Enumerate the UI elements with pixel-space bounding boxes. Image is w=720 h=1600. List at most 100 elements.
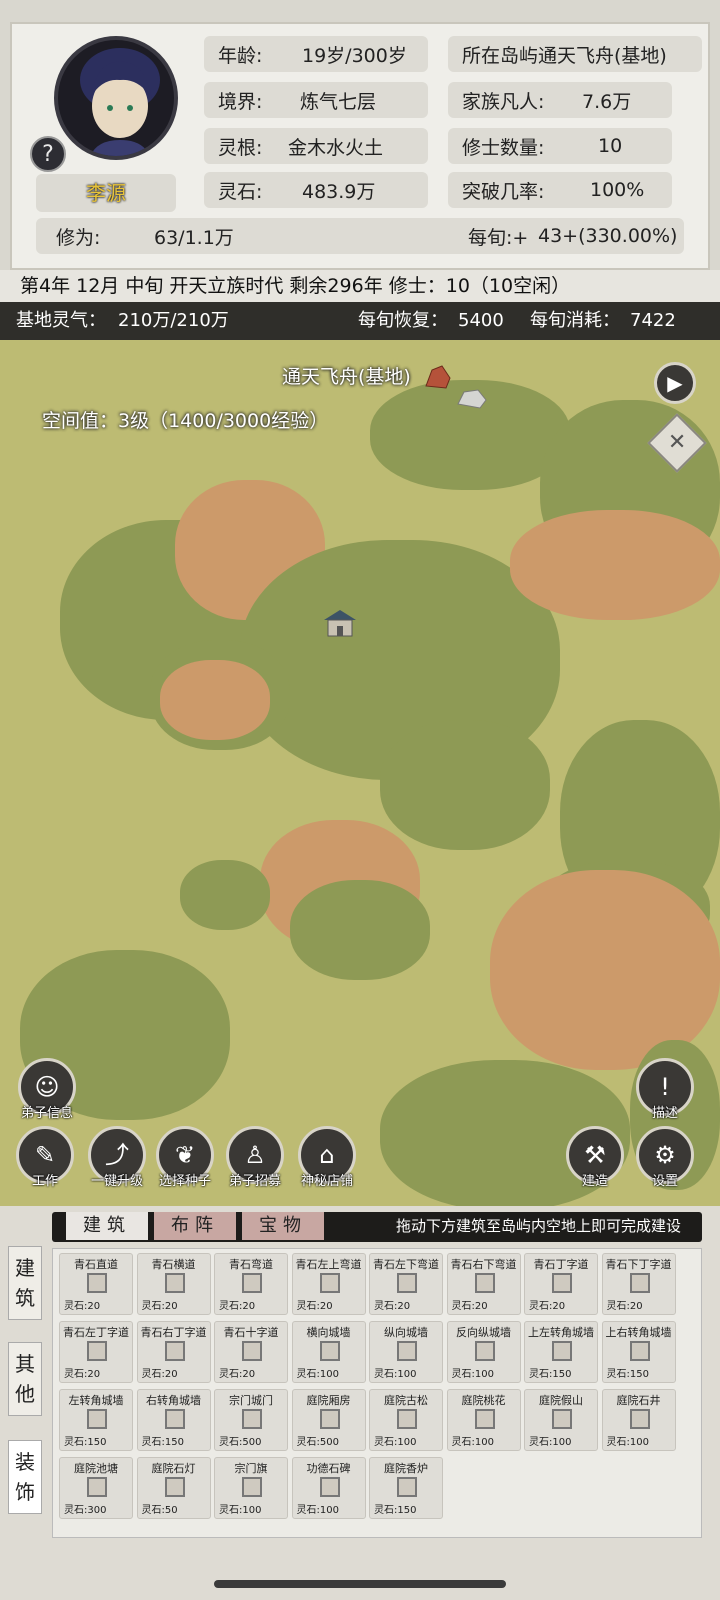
building-item[interactable]: 上左转角城墙 灵石:150 — [524, 1321, 598, 1383]
building-item-price: 灵石:150 — [64, 1437, 107, 1448]
building-item[interactable]: 上右转角城墙 灵石:150 — [601, 1321, 676, 1383]
play-button[interactable]: ▶ — [654, 362, 696, 404]
building-item-name: 庭院假山 — [539, 1394, 583, 1407]
building-item-name: 横向城墙 — [306, 1326, 351, 1339]
ore-rock-icon[interactable] — [424, 364, 452, 390]
building-item-name: 青石左下弯道 — [373, 1258, 439, 1271]
building-item[interactable]: 右转角城墙 灵石:150 — [136, 1389, 211, 1451]
building-item[interactable]: 反向纵城墙 灵石:100 — [446, 1321, 521, 1383]
building-item[interactable]: 庭院厢房 灵石:500 — [291, 1389, 366, 1451]
building-item[interactable]: 青石十字道 灵石:20 — [214, 1321, 288, 1383]
base-name-label: 通天飞舟(基地) — [282, 366, 411, 388]
building-thumbnail-icon — [242, 1409, 262, 1429]
building-item[interactable]: 青石丁字道 灵石:20 — [524, 1253, 598, 1315]
describe-label: 描述 — [651, 1106, 678, 1121]
tab-formation[interactable]: 布阵 — [154, 1212, 236, 1240]
building-item-name: 青石弯道 — [229, 1258, 273, 1271]
building-thumbnail-icon — [552, 1341, 572, 1361]
building-grid: 青石直道 灵石:20 青石横道 灵石:20 青石弯道 灵石:20 青石左上弯道 灵石:20 青石… — [52, 1248, 702, 1538]
building-thumbnail-icon — [164, 1409, 185, 1429]
building-item-name: 庭院石井 — [616, 1394, 661, 1407]
building-item-price: 灵石:500 — [296, 1437, 339, 1448]
status-panel: ? 李源 年龄: 19岁/300岁 境界: 炼气七层 灵根: 金木水火土 灵石:… — [0, 0, 720, 272]
building-item-price: 灵石:20 — [451, 1301, 488, 1312]
building-item-price: 灵石:20 — [219, 1301, 256, 1312]
side-tab-other[interactable]: 其他 — [8, 1342, 42, 1416]
building-item-price: 灵石:20 — [64, 1301, 101, 1312]
side-tab-decor[interactable]: 装饰 — [8, 1440, 42, 1514]
building-item[interactable]: 青石直道灵石:20 — [59, 1253, 133, 1315]
building-item[interactable]: 青石右丁字道 灵石:20 — [136, 1321, 211, 1383]
cultivation-stat: 修为: 63/1.1万 每旬:+ 43+(330.00%) — [36, 218, 684, 254]
player-avatar[interactable] — [54, 36, 178, 160]
root-stat: 灵根: 金木水火土 — [204, 128, 428, 164]
building-item-name: 青石直道 — [74, 1258, 118, 1271]
island-map[interactable]: 通天飞舟(基地) 空间值：3级（1400/3000经验） ▶ ✕ ☺ 弟子信息 … — [0, 340, 720, 1206]
breakthrough-label: 突破几率: — [462, 180, 545, 203]
building-item[interactable]: 庭院石灯 灵石:50 — [136, 1457, 211, 1519]
home-indicator[interactable] — [214, 1580, 506, 1588]
building-item[interactable]: 庭院池塘 灵石:300 — [59, 1457, 133, 1519]
island-stat: 所在岛屿 通天飞舟(基地) — [448, 36, 702, 72]
realm-label: 境界: — [218, 90, 263, 113]
building-thumbnail-icon — [629, 1273, 650, 1293]
family-label: 家族凡人: — [462, 90, 545, 113]
breakthrough-value: 100% — [590, 179, 645, 201]
disciple-info-label: 弟子信息 — [20, 1106, 73, 1121]
building-item-name: 上左转角城墙 — [528, 1326, 594, 1339]
building-item-name: 右转角城墙 — [146, 1394, 201, 1407]
building-thumbnail-icon — [242, 1341, 262, 1361]
cultivator-label: 修士数量: — [462, 136, 545, 159]
building-item[interactable]: 青石弯道灵石:20 — [214, 1253, 288, 1315]
help-icon[interactable]: ? — [30, 136, 66, 172]
building-thumbnail-icon — [474, 1273, 495, 1293]
building-item[interactable]: 庭院假山 灵石:100 — [524, 1389, 598, 1451]
building-item-name: 青石十字道 — [223, 1326, 279, 1339]
building-item-price: 灵石:100 — [451, 1369, 494, 1380]
building-item[interactable]: 左转角城墙 灵石:150 — [59, 1389, 133, 1451]
building-thumbnail-icon — [87, 1341, 107, 1361]
building-item-price: 灵石:20 — [141, 1369, 178, 1380]
stone-rock-icon[interactable] — [456, 386, 488, 410]
building-item-price: 灵石:100 — [219, 1505, 262, 1516]
perturn-value: 43+(330.00%) — [538, 225, 678, 247]
building-thumbnail-icon — [397, 1341, 417, 1361]
base-building-icon[interactable] — [322, 608, 358, 640]
shop-label: 神秘店铺 — [300, 1174, 353, 1189]
building-item-price: 灵石:150 — [529, 1369, 572, 1380]
building-item[interactable]: 青石横道 灵石:20 — [136, 1253, 211, 1315]
building-item[interactable]: 横向城墙 灵石:100 — [291, 1321, 366, 1383]
building-item[interactable]: 青石左下弯道 灵石:20 — [369, 1253, 443, 1315]
age-label: 年龄: — [218, 44, 263, 67]
building-item[interactable]: 青石左上弯道 灵石:20 — [291, 1253, 366, 1315]
building-item-price: 灵石:150 — [606, 1369, 649, 1380]
stone-value: 483.9万 — [302, 180, 376, 203]
building-item-price: 灵石:150 — [374, 1505, 417, 1516]
building-item[interactable]: 庭院石井 灵石:100 — [601, 1389, 676, 1451]
building-item[interactable]: 纵向城墙 灵石:100 — [369, 1321, 443, 1383]
consume-label: 每旬消耗： — [530, 310, 620, 331]
building-thumbnail-icon — [164, 1273, 185, 1293]
building-thumbnail-icon — [474, 1409, 495, 1429]
tab-building[interactable]: 建筑 — [66, 1212, 148, 1240]
building-item[interactable]: 庭院古松 灵石:100 — [369, 1389, 443, 1451]
building-item[interactable]: 庭院香炉 灵石:150 — [369, 1457, 443, 1519]
base-qi-bar: 基地灵气： 210万/210万 每旬恢复： 5400 每旬消耗： 7422 — [0, 302, 720, 340]
building-item[interactable]: 青石下丁字道 灵石:20 — [601, 1253, 676, 1315]
tab-treasure[interactable]: 宝物 — [242, 1212, 324, 1240]
side-tab-build[interactable]: 建筑 — [8, 1246, 42, 1320]
building-item[interactable]: 宗门城门 灵石:500 — [214, 1389, 288, 1451]
building-thumbnail-icon — [164, 1341, 185, 1361]
building-item[interactable]: 青石左丁字道 灵石:20 — [59, 1321, 133, 1383]
building-thumbnail-icon — [164, 1477, 185, 1497]
building-item[interactable]: 宗门旗 灵石:100 — [214, 1457, 288, 1519]
building-item[interactable]: 庭院桃花 灵石:100 — [446, 1389, 521, 1451]
building-item[interactable]: 青石右下弯道 灵石:20 — [446, 1253, 521, 1315]
building-item-price: 灵石:100 — [451, 1437, 494, 1448]
building-item-name: 宗门城门 — [229, 1394, 273, 1407]
building-thumbnail-icon — [319, 1273, 340, 1293]
age-value: 19岁/300岁 — [302, 44, 407, 67]
building-item[interactable]: 功德石碑 灵石:100 — [291, 1457, 366, 1519]
family-stat: 家族凡人: 7.6万 — [448, 82, 672, 118]
cultivation-value: 63/1.1万 — [154, 226, 234, 249]
